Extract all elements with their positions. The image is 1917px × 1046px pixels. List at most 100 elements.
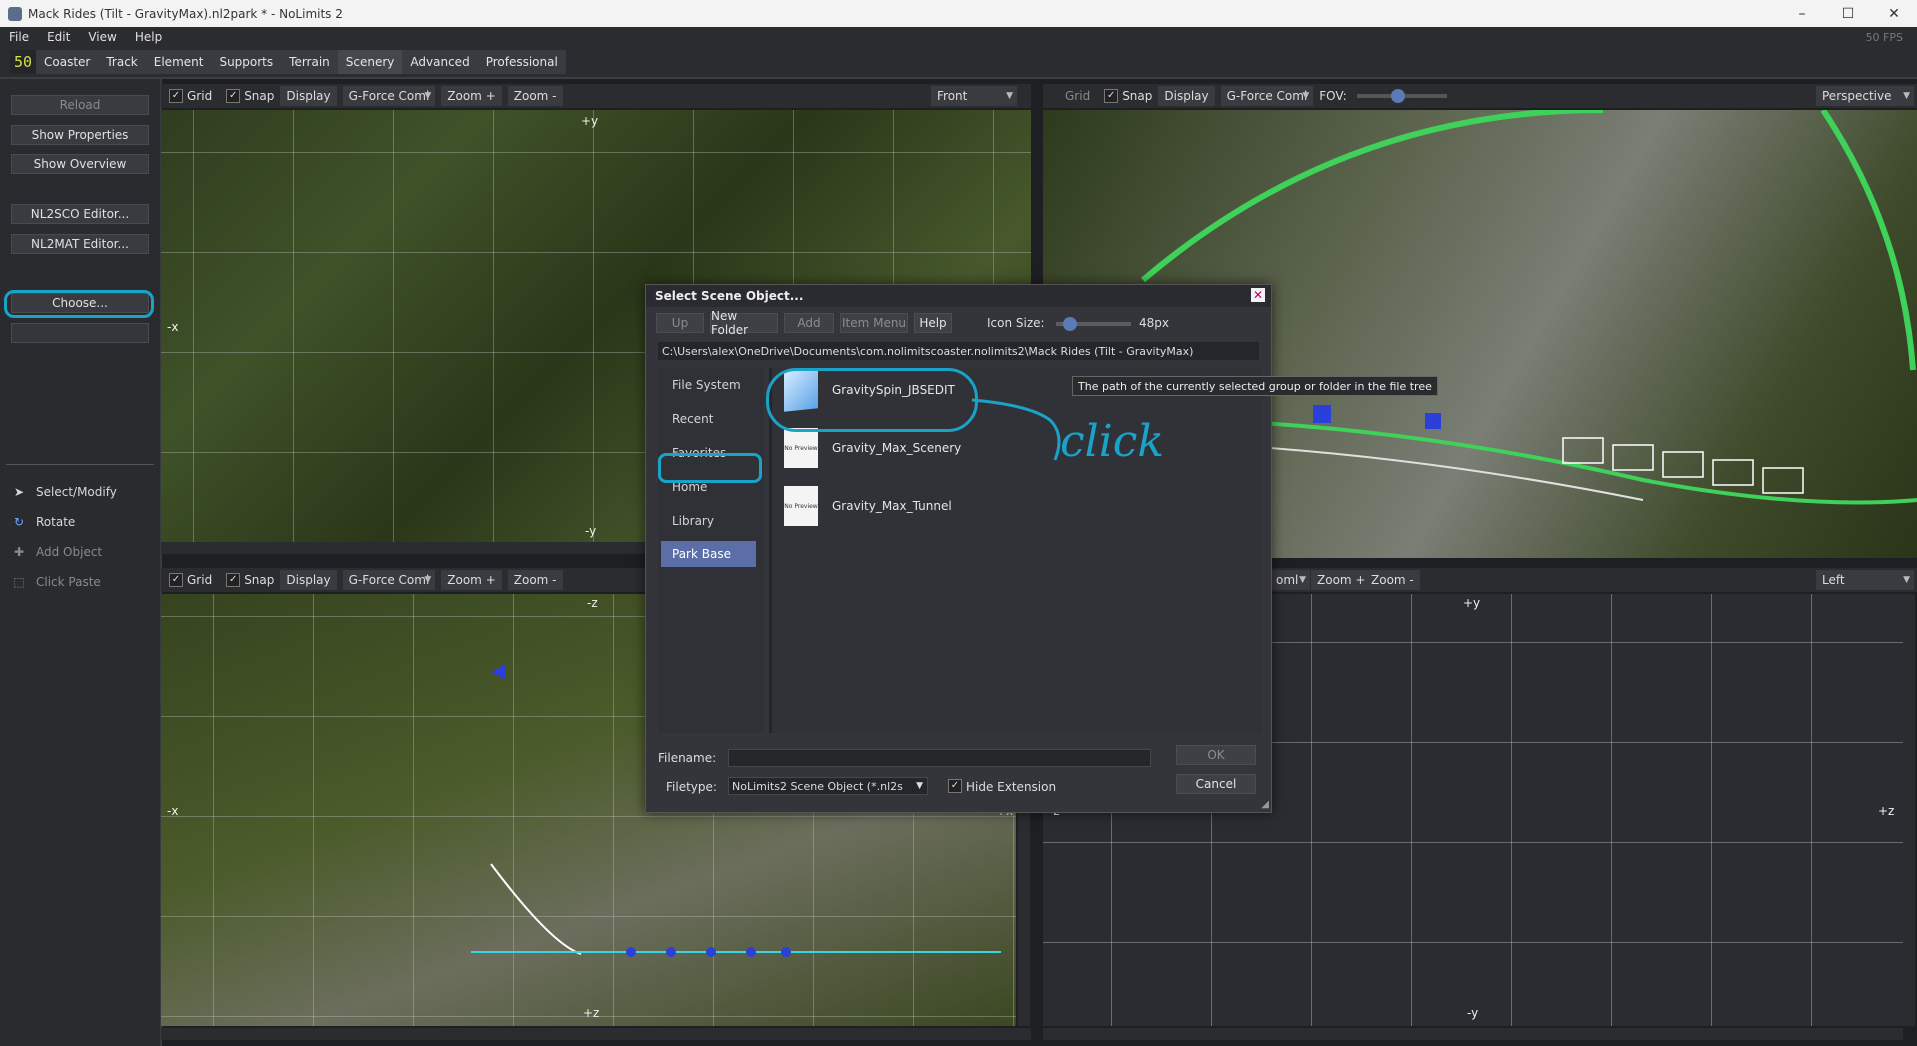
snap-label: Snap [244, 89, 275, 103]
gforce-value: G-Force Coml [348, 573, 430, 587]
grid-checkbox[interactable]: ✓ [169, 89, 183, 103]
reload-button[interactable]: Reload [11, 95, 149, 115]
menu-edit[interactable]: Edit [38, 30, 79, 44]
display-button[interactable]: Display [280, 570, 337, 590]
slider-knob[interactable] [1390, 89, 1405, 103]
tool-add-object[interactable]: ✚ Add Object [12, 542, 102, 562]
sidebar-item-library[interactable]: Library [672, 514, 714, 528]
chevron-down-icon: ▼ [1299, 575, 1306, 585]
path-field[interactable]: C:\Users\alex\OneDrive\Documents\com.nol… [658, 342, 1259, 360]
display-button[interactable]: Display [1158, 86, 1215, 106]
tab-professional[interactable]: Professional [478, 50, 566, 74]
grid-label: Grid [187, 89, 213, 103]
maximize-button[interactable]: ☐ [1825, 0, 1871, 27]
view-mode-combo[interactable]: Perspective ▼ [1816, 86, 1914, 106]
gforce-combo[interactable]: G-Force Coml ▼ [342, 570, 436, 590]
vertical-scrollbar[interactable] [1903, 594, 1915, 1026]
click-paste-icon: ⬚ [13, 575, 25, 589]
axis-label: -z [587, 596, 598, 610]
file-name: Gravity_Max_Tunnel [832, 499, 952, 513]
tool-select-modify[interactable]: ➤ Select/Modify [12, 482, 117, 502]
axis-label: +y [1463, 596, 1481, 610]
display-button[interactable]: Display [280, 86, 337, 106]
zoom-in-button[interactable]: Zoom + [441, 86, 502, 106]
tab-element[interactable]: Element [146, 50, 212, 74]
click-annotation-text: click [1060, 416, 1165, 467]
menu-help[interactable]: Help [126, 30, 171, 44]
scene-object-icon [784, 368, 818, 412]
chevron-down-icon: ▼ [1903, 575, 1910, 585]
rotate-icon: ↻ [13, 515, 25, 529]
menu-view[interactable]: View [79, 30, 125, 44]
ok-button[interactable]: OK [1176, 745, 1256, 765]
zoom-in-button[interactable]: Zoom + [1311, 570, 1372, 590]
tab-supports[interactable]: Supports [211, 50, 281, 74]
view-mode-combo[interactable]: Front ▼ [931, 86, 1017, 106]
add-button[interactable]: Add [784, 313, 834, 333]
tool-rotate[interactable]: ↻ Rotate [12, 512, 75, 532]
view-mode-combo[interactable]: Left ▼ [1816, 570, 1914, 590]
fov-slider[interactable] [1356, 89, 1447, 103]
icon-size-slider[interactable] [1056, 317, 1131, 331]
zoom-out-button[interactable]: Zoom - [1365, 570, 1420, 590]
gforce-value: oml [1276, 573, 1299, 587]
filetype-select[interactable]: NoLimits2 Scene Object (*.nl2s ▼ [728, 777, 928, 795]
cancel-button[interactable]: Cancel [1176, 774, 1256, 794]
gforce-combo[interactable]: oml ▼ [1270, 570, 1310, 590]
sidebar-item-favorites[interactable]: Favorites [672, 446, 726, 460]
slider-knob[interactable] [1063, 317, 1078, 331]
list-item[interactable]: No Preview Gravity_Max_Scenery [784, 426, 961, 470]
cursor-arrow-icon: ➤ [13, 485, 25, 499]
tab-coaster[interactable]: Coaster [36, 50, 98, 74]
grid-label: Grid [1065, 89, 1091, 103]
file-name: Gravity_Max_Scenery [832, 441, 962, 455]
nl2sco-editor-button[interactable]: NL2SCO Editor... [11, 204, 149, 224]
list-item[interactable]: GravitySpin_JBSEDIT [784, 368, 955, 412]
new-folder-button[interactable]: New Folder [710, 309, 778, 337]
panel-divider [6, 464, 154, 465]
grid-checkbox[interactable]: ✓ [169, 573, 183, 587]
gforce-combo[interactable]: G-Force Coml ▼ [1220, 86, 1314, 106]
scene-object-field[interactable] [11, 323, 149, 343]
sidebar-item-file-system[interactable]: File System [672, 378, 741, 392]
zoom-out-button[interactable]: Zoom - [507, 570, 563, 590]
resize-grip-icon[interactable]: ◢ [1261, 799, 1269, 810]
tab-terrain[interactable]: Terrain [281, 50, 338, 74]
list-item[interactable]: No Preview Gravity_Max_Tunnel [784, 484, 952, 528]
snap-checkbox[interactable]: ✓ [226, 573, 241, 587]
sidebar-item-home[interactable]: Home [672, 480, 707, 494]
show-overview-button[interactable]: Show Overview [11, 154, 149, 174]
window-title: Mack Rides (Tilt - GravityMax).nl2park *… [28, 6, 343, 21]
minimize-button[interactable]: – [1779, 0, 1825, 27]
chevron-down-icon: ▼ [424, 575, 432, 585]
horizontal-scrollbar[interactable] [1043, 1028, 1903, 1040]
zoom-out-button[interactable]: Zoom - [507, 86, 563, 106]
filename-input[interactable] [728, 749, 1151, 767]
axis-label: -y [1467, 1006, 1479, 1020]
chevron-down-icon: ▼ [1903, 91, 1910, 101]
axis-label: -y [585, 524, 597, 538]
zoom-in-button[interactable]: Zoom + [441, 570, 502, 590]
snap-checkbox[interactable]: ✓ [226, 89, 241, 103]
snap-checkbox[interactable]: ✓ [1104, 89, 1119, 103]
tab-advanced[interactable]: Advanced [402, 50, 477, 74]
tool-click-paste[interactable]: ⬚ Click Paste [12, 572, 100, 592]
hide-extension-checkbox[interactable]: ✓ [948, 779, 962, 793]
up-button[interactable]: Up [656, 313, 704, 333]
axis-label: +z [1878, 804, 1895, 818]
menu-file[interactable]: File [0, 30, 38, 44]
horizontal-scrollbar[interactable] [161, 1028, 1031, 1040]
view-mode-value: Left [1822, 573, 1845, 587]
show-properties-button[interactable]: Show Properties [11, 125, 149, 145]
sidebar-item-park-base[interactable]: Park Base [661, 541, 756, 567]
help-button[interactable]: Help [914, 313, 952, 333]
tab-track[interactable]: Track [98, 50, 145, 74]
gforce-combo[interactable]: G-Force Coml ▼ [342, 86, 436, 106]
tab-scenery[interactable]: Scenery [337, 50, 403, 74]
close-button[interactable]: ✕ [1871, 0, 1917, 27]
item-menu-button[interactable]: Item Menu [840, 313, 908, 333]
sidebar-item-recent[interactable]: Recent [672, 412, 713, 426]
choose-button[interactable]: Choose... [11, 293, 149, 313]
dialog-close-button[interactable]: ✕ [1251, 288, 1265, 302]
nl2mat-editor-button[interactable]: NL2MAT Editor... [11, 234, 149, 254]
